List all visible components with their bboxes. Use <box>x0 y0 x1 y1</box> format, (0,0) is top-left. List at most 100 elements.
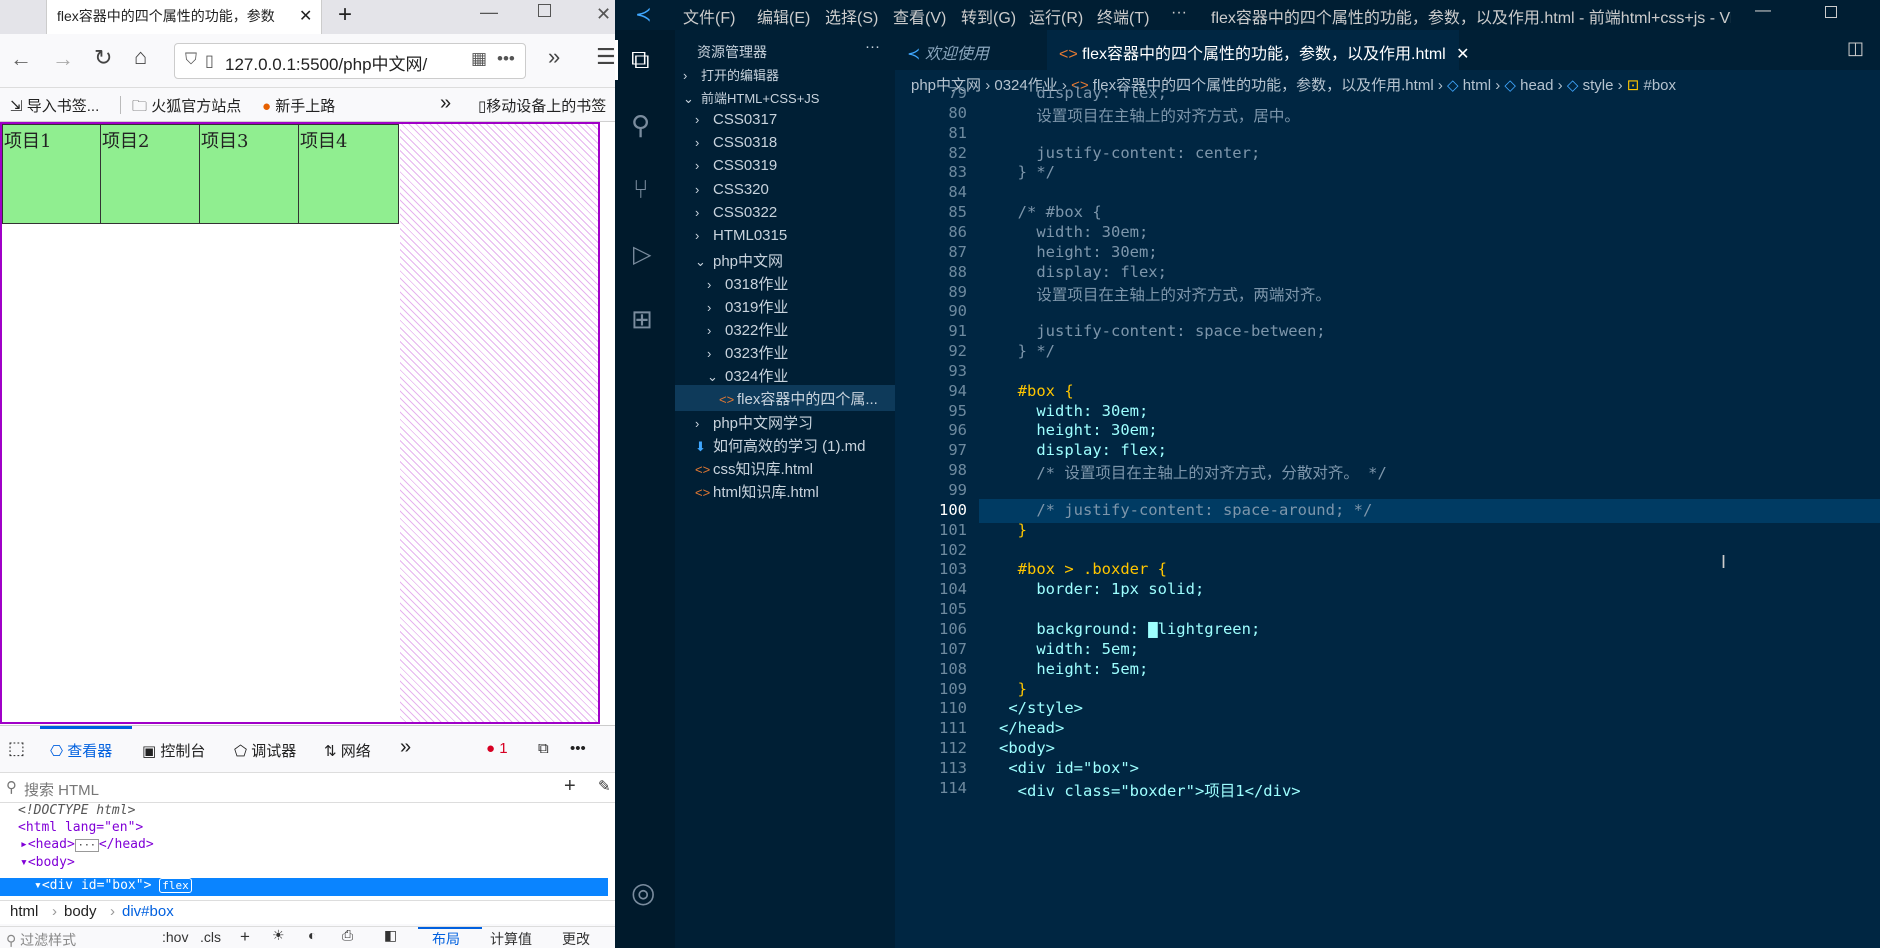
menu-icon[interactable]: ☰ <box>596 44 615 70</box>
file-tree-item[interactable]: › CSS0317 <box>675 108 895 134</box>
selected-node-div-box[interactable]: ▾<div id="box"> flex <box>0 878 608 896</box>
extensions-icon[interactable]: ⊞ <box>631 304 653 335</box>
tab-network[interactable]: ⇅ 网络 <box>324 740 371 761</box>
menu-edit[interactable]: 编辑(E) <box>757 4 810 28</box>
file-tree-item[interactable]: ⬇ 如何高效的学习 (1).md <box>675 432 895 458</box>
minimize-icon[interactable]: — <box>480 2 498 23</box>
bookmark-firefox-official[interactable]: 🗀 火狐官方站点 <box>132 95 241 121</box>
flex-badge[interactable]: flex <box>159 878 192 893</box>
toggle-pane-icon[interactable]: ◧ <box>384 927 397 944</box>
file-tree-item[interactable]: › CSS320 <box>675 178 895 204</box>
bookmark-getting-started[interactable]: ● 新手上路 <box>262 95 335 116</box>
forward-icon[interactable]: → <box>52 46 74 72</box>
file-tree-item[interactable]: › 打开的编辑器 <box>675 62 895 88</box>
add-node-icon[interactable]: + <box>564 775 576 798</box>
dark-theme-icon[interactable]: ◐ <box>308 927 316 943</box>
doctype-node[interactable]: <!DOCTYPE html> <box>18 803 135 818</box>
search-icon[interactable]: ⚲ <box>631 110 650 141</box>
tab-close-icon[interactable]: ✕ <box>1456 46 1469 63</box>
bookmarks-overflow-icon[interactable]: » <box>440 92 451 115</box>
light-theme-icon[interactable]: ☀ <box>272 927 285 944</box>
file-tree-item[interactable]: ⌄ 前端HTML+CSS+JS <box>675 85 895 111</box>
menu-view[interactable]: 查看(V) <box>893 4 946 28</box>
crumb-head[interactable]: head <box>1520 77 1553 94</box>
crumb-html[interactable]: html <box>1463 77 1491 94</box>
head-node[interactable]: ▸<head> ··· </head> <box>20 837 154 852</box>
tab-layout[interactable]: 布局 <box>432 929 460 948</box>
devtools-more-icon[interactable]: ••• <box>570 740 586 757</box>
bookmark-import[interactable]: ⇲ 导入书签... <box>10 95 99 116</box>
file-tree-item[interactable]: › 0318作业 <box>675 270 895 296</box>
maximize-icon[interactable] <box>538 4 551 17</box>
home-icon[interactable]: ⌂ <box>134 44 147 70</box>
file-tree-item[interactable]: <> css知识库.html <box>675 455 895 481</box>
tracking-shield-icon[interactable]: ⛉ <box>185 51 197 69</box>
explorer-icon[interactable]: ⧉ <box>631 44 650 76</box>
explorer-more-icon[interactable]: ··· <box>865 38 880 55</box>
overflow-chevron-icon[interactable]: » <box>548 44 560 70</box>
tab-changes[interactable]: 更改 <box>562 929 590 948</box>
error-badge[interactable]: ● 1 <box>486 740 508 757</box>
vscode-maximize-icon[interactable] <box>1825 6 1837 18</box>
vscode-minimize-icon[interactable]: — <box>1755 2 1771 20</box>
file-tree-item[interactable]: › 0322作业 <box>675 316 895 342</box>
filter-styles-input[interactable]: ⚲ 过滤样式 <box>6 930 76 948</box>
page-actions-icon[interactable]: ••• <box>497 49 515 69</box>
back-icon[interactable]: ← <box>10 46 32 72</box>
page-info-icon[interactable]: ▯ <box>205 51 214 71</box>
browser-tab[interactable]: flex容器中的四个属性的功能，参数 ✕ <box>46 0 322 34</box>
file-tree-item[interactable]: › CSS0319 <box>675 154 895 180</box>
responsive-icon[interactable]: ⧉ <box>538 740 549 757</box>
element-picker-icon[interactable]: ⬚ <box>8 738 25 759</box>
add-rule-icon[interactable]: + <box>240 927 250 947</box>
menu-run[interactable]: 运行(R) <box>1029 4 1083 28</box>
url-bar[interactable]: ⛉ ▯ 127.0.0.1:5500/php中文网/ ▦ ••• <box>174 43 526 79</box>
print-icon[interactable]: ⎙ <box>342 927 353 944</box>
file-tree-item[interactable]: › 0323作业 <box>675 339 895 365</box>
tab-active-file[interactable]: <> flex容器中的四个属性的功能，参数，以及作用.html ✕ <box>1047 30 1470 70</box>
body-node[interactable]: ▾<body> <box>20 855 75 870</box>
code-editor[interactable]: 79 display: flex; 80 设置项目在主轴上的对齐方式，居中。 81 8… <box>895 84 1880 948</box>
bookmark-mobile[interactable]: ▯移动设备上的书签 <box>478 95 606 116</box>
file-tree-item[interactable]: › php中文网学习 <box>675 409 895 435</box>
html-node[interactable]: <html lang="en"> <box>18 820 143 835</box>
window-close-icon[interactable]: ✕ <box>596 4 611 25</box>
source-control-icon[interactable]: ⑂ <box>633 174 649 205</box>
crumb-div-box[interactable]: div#box <box>122 903 174 920</box>
crumb-body[interactable]: body <box>64 903 97 920</box>
tab-computed[interactable]: 计算值 <box>490 929 532 948</box>
file-tree-item[interactable]: <> html知识库.html <box>675 478 895 504</box>
file-tree-item[interactable]: ⌄ php中文网 <box>675 247 895 273</box>
split-editor-icon[interactable]: ◫ <box>1847 38 1864 59</box>
new-tab-icon[interactable]: + <box>338 1 352 29</box>
devtools-overflow-icon[interactable]: » <box>400 736 411 759</box>
qr-icon[interactable]: ▦ <box>471 49 488 69</box>
file-tree-item[interactable]: › CSS0318 <box>675 131 895 157</box>
tab-debugger[interactable]: ⬠ 调试器 <box>234 740 296 761</box>
eyedropper-icon[interactable]: ✎ <box>598 777 611 795</box>
run-debug-icon[interactable]: ▷ <box>633 240 651 269</box>
tab-console[interactable]: ▣ 控制台 <box>142 740 205 761</box>
file-tree-item[interactable]: › 0319作业 <box>675 293 895 319</box>
account-icon[interactable]: ◎ <box>631 876 655 909</box>
file-tree-item[interactable]: › CSS0322 <box>675 201 895 227</box>
crumb-html[interactable]: html <box>10 903 38 920</box>
menu-go[interactable]: 转到(G) <box>961 4 1016 28</box>
active-view-indicator <box>615 40 618 80</box>
crumb-style[interactable]: style <box>1583 77 1614 94</box>
reload-icon[interactable]: ↻ <box>94 45 112 71</box>
search-html-input[interactable]: ⚲ 搜索 HTML + ✎ <box>0 773 615 803</box>
hover-state-button[interactable]: :hov <box>162 929 188 945</box>
tab-welcome[interactable]: ≺ 欢迎使用 <box>895 30 1047 70</box>
file-tree-item[interactable]: <> flex容器中的四个属... <box>675 385 895 412</box>
menu-more[interactable]: ··· <box>1171 4 1187 22</box>
classes-button[interactable]: .cls <box>200 929 221 945</box>
tab-inspector[interactable]: ⎔ 查看器 <box>50 740 112 761</box>
file-tree-item[interactable]: › HTML0315 <box>675 224 895 250</box>
menu-file[interactable]: 文件(F) <box>683 4 735 28</box>
menu-terminal[interactable]: 终端(T) <box>1097 4 1149 28</box>
menu-selection[interactable]: 选择(S) <box>825 4 878 28</box>
file-tree-item[interactable]: ⌄ 0324作业 <box>675 362 895 388</box>
tab-close-icon[interactable]: ✕ <box>299 6 312 26</box>
crumb-selector[interactable]: #box <box>1644 77 1677 94</box>
